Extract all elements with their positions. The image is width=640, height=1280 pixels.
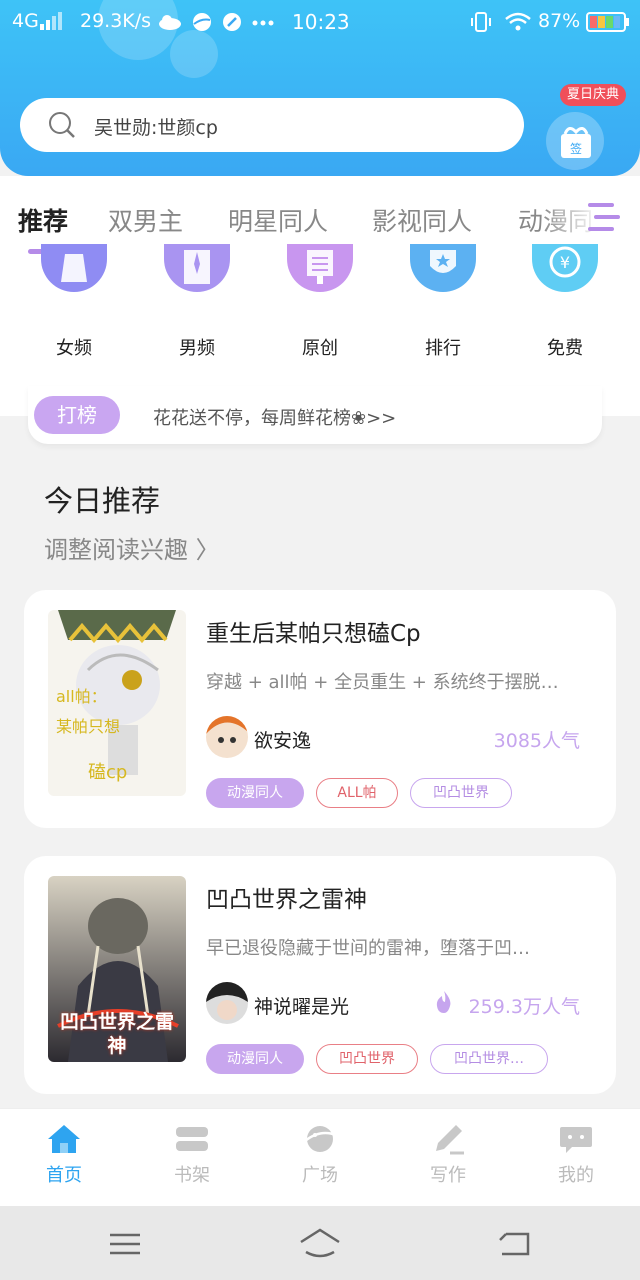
book-cover-art: all帕： 某帕只想 磕cp [48, 610, 186, 796]
nav-label: 书架 [174, 1165, 210, 1186]
book-description: 穿越 + all帕 + 全员重生 + 系统终于摆脱… [206, 672, 559, 693]
book-cover: 凹凸世界之雷神 [48, 876, 186, 1062]
book-title: 凹凸世界之雷神 [206, 887, 367, 913]
tag[interactable]: 动漫同人 [206, 1044, 304, 1074]
section-title: 今日推荐 [44, 484, 161, 518]
sign-label: 签 [570, 141, 582, 156]
signal-icon [40, 12, 62, 30]
nav-label: 写作 [430, 1165, 466, 1186]
search-icon [49, 112, 75, 138]
category-label: 原创 [302, 338, 338, 359]
app-root: 4G 29.3K/s 10:23 87% 吴世勋:世颜cp 签 夏日庆典 推荐 … [0, 0, 640, 1280]
category-label: 男频 [179, 338, 215, 359]
wifi-icon [505, 12, 531, 31]
dress-icon [41, 244, 107, 292]
tag[interactable]: 凹凸世界 [316, 1044, 418, 1074]
chat-bubble-icon [560, 1127, 592, 1153]
nav-label: 首页 [46, 1165, 82, 1186]
bookshelf-icon [176, 1127, 208, 1151]
yen-icon: ¥ [532, 244, 598, 292]
author-name: 欲安逸 [254, 730, 312, 752]
planet-icon [304, 1126, 337, 1152]
nav-label: 我的 [558, 1165, 594, 1186]
bottom-nav: 首页 书架 广场 写作 我的 [0, 1108, 640, 1206]
tag[interactable]: 凹凸世界 [410, 778, 512, 808]
tab-recommend[interactable]: 推荐 [18, 202, 68, 238]
ranking-banner[interactable]: 打榜 花花送不停，每周鲜花榜❀>> [28, 386, 602, 444]
vibrate-icon [471, 12, 491, 32]
svg-text:¥: ¥ [560, 253, 570, 272]
book-title: 重生后某帕只想磕Cp [206, 621, 421, 647]
book-description: 早已退役隐藏于世间的雷神，堕落于凹… [206, 938, 530, 959]
search-query: 吴世勋:世颜cp [94, 117, 218, 139]
ranking-badge: 打榜 [34, 396, 120, 434]
nav-write[interactable]: 写作 [398, 1123, 498, 1187]
brush-icon [223, 13, 241, 31]
flame-icon [436, 991, 451, 1013]
more-icon [252, 20, 274, 26]
popularity: 3085人气 [493, 730, 580, 752]
author-name: 神说曜是光 [254, 996, 350, 1018]
svg-text:某帕只想: 某帕只想 [56, 717, 120, 736]
tab-film-fanfic[interactable]: 影视同人 [372, 202, 472, 238]
clock: 10:23 [292, 10, 350, 34]
sign-in-button[interactable]: 签 [546, 112, 604, 170]
suit-icon [164, 244, 230, 292]
home-icon [48, 1125, 80, 1153]
trophy-icon [410, 244, 476, 292]
category-label: 排行 [425, 338, 461, 359]
gift-sign-icon: 签 [561, 127, 591, 158]
cloud-icon [159, 15, 181, 30]
home-button-icon[interactable] [298, 1228, 342, 1258]
svg-text:磕cp: 磕cp [88, 762, 127, 783]
nav-mine[interactable]: 我的 [526, 1123, 626, 1187]
tag[interactable]: 凹凸世界… [430, 1044, 548, 1074]
popularity: 259.3万人气 [468, 996, 580, 1018]
book-cover: all帕： 某帕只想 磕cp [48, 610, 186, 796]
tab-bl[interactable]: 双男主 [108, 202, 183, 238]
nav-bookshelf[interactable]: 书架 [142, 1123, 242, 1187]
search-bar[interactable]: 吴世勋:世颜cp [20, 98, 524, 152]
ranking-text: 花花送不停，每周鲜花榜❀>> [153, 408, 397, 429]
author-avatar [206, 716, 248, 758]
battery-percent: 87% [538, 10, 581, 32]
author-avatar [206, 982, 248, 1024]
back-icon[interactable] [498, 1230, 532, 1258]
nav-square[interactable]: 广场 [270, 1123, 370, 1187]
tag[interactable]: ALL帕 [316, 778, 398, 808]
category-label: 女频 [56, 338, 92, 359]
tag[interactable]: 动漫同人 [206, 778, 304, 808]
header: 4G 29.3K/s 10:23 87% 吴世勋:世颜cp 签 [0, 0, 640, 176]
book-card[interactable]: 凹凸世界之雷神 凹凸世界之雷神 早已退役隐藏于世间的雷神，堕落于凹… 神说曜是光… [24, 856, 616, 1094]
adjust-interest-link[interactable]: 调整阅读兴趣 〉 [44, 530, 220, 565]
status-bar: 4G 29.3K/s 10:23 87% [0, 0, 640, 44]
nav-label: 广场 [302, 1165, 338, 1186]
network-speed: 29.3K/s [80, 10, 152, 32]
category-label: 免费 [547, 338, 583, 359]
battery-icon [586, 12, 629, 32]
tab-star-fanfic[interactable]: 明星同人 [228, 202, 328, 238]
nav-home[interactable]: 首页 [14, 1123, 114, 1187]
tabs-menu-icon[interactable] [588, 202, 622, 232]
network-type: 4G [12, 10, 39, 32]
planet-icon [193, 13, 211, 31]
book-stand-icon [287, 244, 353, 292]
book-card[interactable]: all帕： 某帕只想 磕cp 重生后某帕只想磕Cp 穿越 + all帕 + 全员… [24, 590, 616, 828]
cover-title: 凹凸世界之雷神 [59, 1011, 174, 1057]
pen-icon [436, 1125, 464, 1155]
svg-text:all帕：: all帕： [56, 687, 107, 706]
system-nav-bar [0, 1206, 640, 1280]
menu-icon[interactable] [108, 1232, 142, 1256]
promo-badge[interactable]: 夏日庆典 [560, 84, 626, 106]
